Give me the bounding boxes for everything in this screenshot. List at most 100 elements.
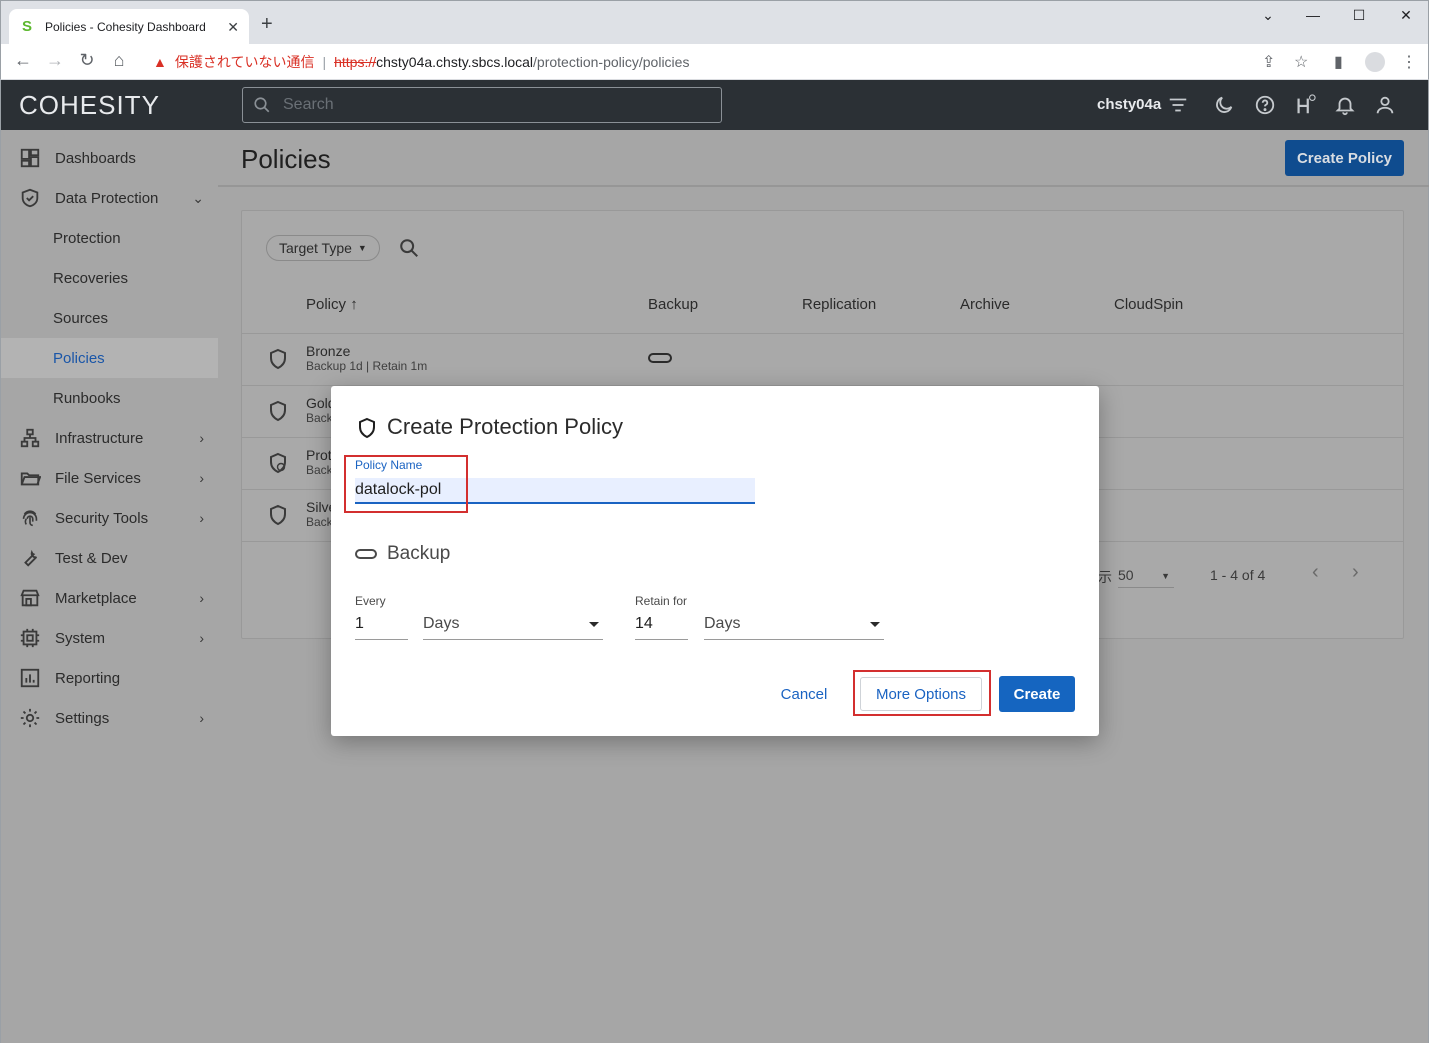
side-panel-icon[interactable]: ▮ <box>1334 52 1343 72</box>
reload-icon[interactable]: ↻ <box>75 50 99 71</box>
chevron-right-icon: › <box>199 470 204 486</box>
shield-icon <box>270 400 286 422</box>
page-size-select[interactable]: 50 ▼ <box>1118 567 1174 588</box>
create-policy-button[interactable]: Create Policy <box>1285 140 1404 176</box>
sidebar-item-sources[interactable]: Sources <box>1 298 218 338</box>
close-window-icon[interactable]: ✕ <box>1391 7 1421 24</box>
shield-icon <box>270 348 286 370</box>
page-size-label: 示 <box>1098 569 1112 585</box>
notifications-bell-icon[interactable] <box>1334 94 1356 116</box>
user-account-icon[interactable] <box>1374 94 1396 116</box>
column-header-policy[interactable]: Policy ↑ <box>306 296 358 313</box>
home-icon[interactable]: ⌂ <box>107 50 131 71</box>
sidebar-item-file-services[interactable]: File Services › <box>1 458 218 498</box>
sidebar-item-infrastructure[interactable]: Infrastructure › <box>1 418 218 458</box>
url-host: chsty04a.chsty.sbcs.local <box>376 54 534 70</box>
filter-icon[interactable] <box>1167 94 1189 116</box>
backup-status-icon <box>648 353 672 363</box>
sidebar-item-dashboards[interactable]: Dashboards <box>1 138 218 178</box>
chevron-right-icon: › <box>199 590 204 606</box>
every-value-input[interactable]: 1 <box>355 612 408 640</box>
dialog-title: Create Protection Policy <box>387 414 623 439</box>
close-tab-icon[interactable]: ✕ <box>227 19 239 36</box>
cohesity-favicon-icon: S <box>21 18 32 35</box>
sidebar-item-runbooks[interactable]: Runbooks <box>1 378 218 418</box>
back-icon[interactable]: ← <box>11 50 35 71</box>
dropdown-caret-icon: ▼ <box>357 243 367 253</box>
backup-pill-icon <box>355 549 377 559</box>
table-row[interactable]: Bronze Backup 1d | Retain 1m <box>242 333 1403 385</box>
retain-unit-select[interactable]: Days <box>704 612 884 640</box>
create-button[interactable]: Create <box>999 676 1075 712</box>
minimize-icon[interactable]: — <box>1298 7 1328 23</box>
highlight-box-policy-name <box>344 455 468 513</box>
every-unit-value: Days <box>423 615 460 632</box>
shield-check-icon <box>21 188 39 208</box>
sidebar-item-data-protection[interactable]: Data Protection ⌄ <box>1 178 218 218</box>
dark-mode-moon-icon[interactable] <box>1213 94 1235 116</box>
sidebar-item-recoveries[interactable]: Recoveries <box>1 258 218 298</box>
sidebar-item-policies[interactable]: Policies <box>1 338 218 378</box>
browser-tab[interactable]: S Policies - Cohesity Dashboard ✕ <box>9 9 249 45</box>
gear-icon <box>20 708 40 728</box>
tab-search-chevron-icon[interactable]: ⌄ <box>1253 7 1283 24</box>
chevron-down-icon: ⌄ <box>192 189 204 206</box>
backup-section-header: Backup <box>355 543 450 565</box>
column-label: Policy <box>306 296 347 313</box>
maximize-icon[interactable]: ☐ <box>1344 7 1374 24</box>
target-type-filter[interactable]: Target Type ▼ <box>266 235 380 261</box>
policy-name[interactable]: Bronze <box>306 343 350 359</box>
policy-description: Back <box>306 411 333 425</box>
tab-title: Policies - Cohesity Dashboard <box>45 20 206 34</box>
sort-ascending-icon: ↑ <box>350 296 358 313</box>
next-page-icon[interactable]: › <box>1352 561 1359 584</box>
bookmark-star-icon[interactable]: ☆ <box>1294 52 1308 72</box>
sidebar-item-protection[interactable]: Protection <box>1 218 218 258</box>
cohesity-logo[interactable]: COHESITY <box>19 90 160 121</box>
help-icon[interactable] <box>1254 94 1276 116</box>
sidebar-item-security-tools[interactable]: Security Tools › <box>1 498 218 538</box>
cancel-button[interactable]: Cancel <box>771 676 837 712</box>
chevron-right-icon: › <box>199 510 204 526</box>
search-icon[interactable] <box>398 237 420 259</box>
profile-avatar-icon[interactable] <box>1365 52 1385 72</box>
sidebar-item-label: File Services <box>55 469 141 487</box>
search-input[interactable] <box>283 96 703 114</box>
sidebar-item-label: Infrastructure <box>55 429 144 447</box>
global-search[interactable] <box>242 87 722 123</box>
sidebar-item-label: Security Tools <box>55 509 149 527</box>
previous-page-icon[interactable]: ‹ <box>1312 561 1319 584</box>
page-size-value: 50 <box>1118 567 1134 583</box>
sidebar-item-label: Protection <box>53 229 121 247</box>
sidebar-item-marketplace[interactable]: Marketplace › <box>1 578 218 618</box>
chevron-right-icon: › <box>199 630 204 646</box>
storefront-icon <box>20 589 40 607</box>
retain-label: Retain for <box>635 594 688 608</box>
sidebar-item-reporting[interactable]: Reporting <box>1 658 218 698</box>
sidebar-item-settings[interactable]: Settings › <box>1 698 218 738</box>
policy-name[interactable]: Prot <box>306 447 332 463</box>
url-field[interactable]: ▲ 保護されていない通信 | https:// chsty04a.chsty.s… <box>141 47 1321 77</box>
system-chip-icon <box>20 628 40 648</box>
browser-tab-bar: S Policies - Cohesity Dashboard ✕ + ⌄ — … <box>0 0 1429 45</box>
app-header: COHESITY chsty04a <box>0 80 1429 130</box>
retain-value-input[interactable]: 14 <box>635 612 688 640</box>
search-icon <box>254 97 270 113</box>
folder-open-icon <box>20 472 41 486</box>
sidebar: Dashboards Data Protection ⌄ Protection … <box>0 130 218 1043</box>
share-icon[interactable]: ⇪ <box>1262 52 1275 72</box>
sidebar-item-label: Sources <box>53 309 109 327</box>
sidebar-item-label: Policies <box>53 349 105 367</box>
highlight-box-more-options <box>853 670 991 716</box>
infrastructure-hierarchy-icon <box>20 428 40 448</box>
helios-icon[interactable] <box>1294 94 1316 116</box>
sidebar-item-test-dev[interactable]: Test & Dev <box>1 538 218 578</box>
browser-menu-icon[interactable]: ⋮ <box>1401 52 1417 72</box>
url-scheme: https:// <box>334 54 377 70</box>
cluster-name[interactable]: chsty04a <box>1097 96 1161 113</box>
create-protection-policy-dialog: Create Protection Policy Policy Name Bac… <box>331 386 1099 736</box>
every-unit-select[interactable]: Days <box>423 612 603 640</box>
forward-icon[interactable]: → <box>43 50 67 71</box>
sidebar-item-system[interactable]: System › <box>1 618 218 658</box>
new-tab-icon[interactable]: + <box>261 13 273 36</box>
